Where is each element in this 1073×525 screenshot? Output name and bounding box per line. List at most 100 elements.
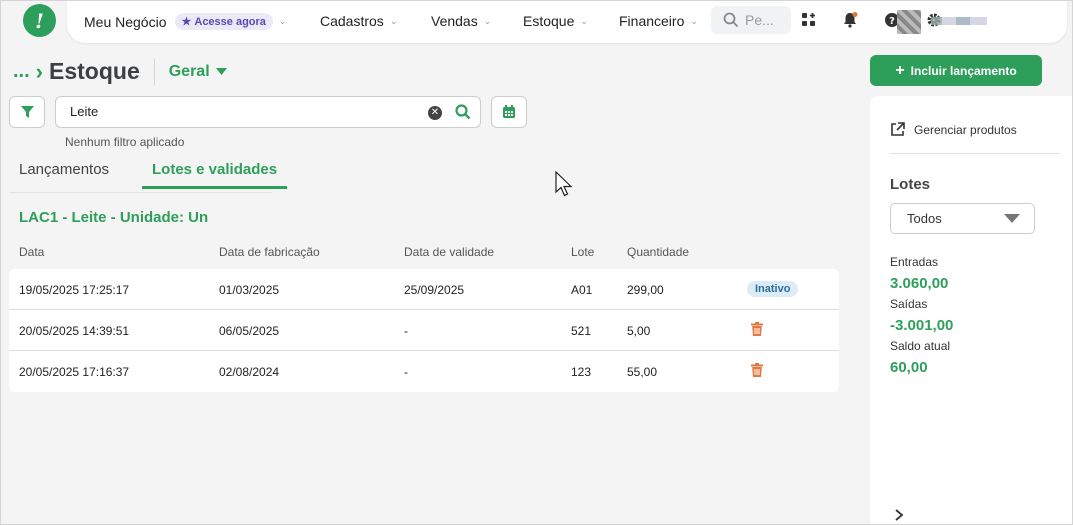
saldo-label: Saldo atual — [890, 339, 951, 353]
tab-lotes-validades-label: Lotes e validades — [152, 161, 278, 178]
cell-validade: - — [404, 324, 408, 338]
title-divider — [153, 58, 155, 85]
nav-meu-negocio[interactable]: Meu Negócio ★ Acesse agora ⌄ — [84, 13, 286, 30]
view-selector-label: Geral — [168, 62, 210, 80]
caret-down-icon — [1004, 214, 1020, 223]
table-row[interactable]: 20/05/2025 17:16:37 02/08/2024 - 123 55,… — [9, 351, 839, 392]
column-header-quantidade: Quantidade — [627, 245, 690, 259]
nav-meu-negocio-label: Meu Negócio — [84, 13, 167, 30]
chevron-down-icon: ⌄ — [278, 16, 287, 26]
column-header-data: Data — [19, 245, 45, 259]
lote-select[interactable]: Todos — [890, 203, 1035, 234]
logo-icon[interactable]: ! — [23, 4, 56, 37]
tab-lotes-validades[interactable]: Lotes e validades — [142, 161, 288, 189]
saidas-label: Saídas — [890, 297, 928, 311]
column-header-fabricacao: Data de fabricação — [219, 245, 320, 259]
side-panel: Gerenciar produtos Lotes Todos Entradas … — [870, 96, 1072, 524]
tab-bar: Lançamentos Lotes e validades — [9, 161, 839, 193]
lote-select-value: Todos — [907, 211, 942, 226]
chevron-down-icon: ⌄ — [483, 15, 492, 26]
saidas-value: -3.001,00 — [890, 317, 954, 334]
cell-lote: 123 — [571, 365, 592, 379]
clear-icon[interactable]: ✕ — [428, 106, 442, 120]
external-link-icon — [891, 122, 905, 136]
global-search-placeholder: Pe... — [745, 12, 774, 28]
chevron-down-icon: ⌄ — [580, 15, 588, 26]
cell-data: 19/05/2025 17:25:17 — [19, 283, 130, 297]
star-icon: ★ — [181, 16, 192, 28]
cell-data: 20/05/2025 14:39:51 — [19, 324, 130, 338]
table-row[interactable]: 20/05/2025 14:39:51 06/05/2025 - 521 5,0… — [9, 310, 839, 351]
entradas-value: 3.060,00 — [890, 275, 949, 292]
search-icon[interactable] — [454, 103, 472, 121]
add-launch-label: Incluir lançamento — [910, 63, 1017, 78]
nav-estoque[interactable]: Estoque ⌄ — [523, 13, 588, 29]
chevron-right-icon[interactable] — [894, 509, 904, 521]
plus-icon: + — [895, 61, 905, 79]
acesse-agora-label: Acesse agora — [194, 15, 266, 28]
cell-quantidade: 55,00 — [627, 365, 658, 379]
user-name-blurred[interactable] — [931, 17, 987, 25]
apps-icon[interactable] — [798, 9, 820, 31]
filter-button[interactable] — [9, 96, 45, 128]
entradas-label: Entradas — [890, 255, 939, 269]
status-badge: Inativo — [747, 281, 799, 297]
app-window: ! Meu Negócio ★ Acesse agora ⌄ Cadastros… — [0, 0, 1073, 525]
column-header-lote: Lote — [571, 245, 595, 259]
chevron-down-icon: ⌄ — [389, 15, 398, 26]
bell-icon[interactable] — [839, 9, 861, 31]
cell-fabricacao: 01/03/2025 — [219, 283, 280, 297]
manage-products-label: Gerenciar produtos — [914, 122, 1017, 137]
manage-products-link[interactable]: Gerenciar produtos — [890, 122, 1017, 137]
view-selector[interactable]: Geral — [169, 63, 227, 81]
acesse-agora-badge[interactable]: ★ Acesse agora — [174, 13, 273, 30]
cell-lote: 521 — [571, 324, 592, 338]
tab-lancamentos[interactable]: Lançamentos — [9, 161, 119, 188]
cell-fabricacao: 06/05/2025 — [219, 324, 280, 338]
nav-cadastros-label: Cadastros — [320, 13, 384, 29]
caret-down-icon — [215, 67, 227, 75]
cell-quantidade: 299,00 — [627, 283, 664, 297]
breadcrumb-more[interactable]: ... — [13, 60, 30, 83]
nav-vendas[interactable]: Vendas ⌄ — [431, 13, 491, 29]
trash-icon[interactable] — [751, 322, 763, 336]
nav-vendas-label: Vendas — [431, 13, 478, 29]
lotes-title: Lotes — [890, 176, 931, 193]
trash-icon[interactable] — [751, 363, 763, 377]
nav-bar: Meu Negócio ★ Acesse agora ⌄ Cadastros ⌄… — [67, 1, 1067, 43]
global-search[interactable]: Pe... — [711, 6, 791, 34]
cell-quantidade: 5,00 — [627, 324, 651, 338]
calendar-icon — [503, 105, 515, 118]
cell-validade: - — [404, 365, 408, 379]
tab-lancamentos-label: Lançamentos — [19, 161, 110, 178]
filter-status-text: Nenhum filtro aplicado — [65, 135, 185, 149]
search-input[interactable] — [70, 104, 410, 119]
add-launch-button[interactable]: + Incluir lançamento — [870, 55, 1042, 86]
mouse-cursor-icon — [555, 171, 573, 197]
search-icon — [723, 12, 739, 28]
tab-divider — [9, 192, 272, 193]
nav-cadastros[interactable]: Cadastros ⌄ — [320, 13, 397, 29]
page-title: Estoque — [49, 58, 140, 84]
table-body: 19/05/2025 17:25:17 01/03/2025 25/09/202… — [9, 269, 839, 392]
cell-lote: A01 — [571, 283, 593, 297]
chevron-right-icon: › — [35, 58, 43, 84]
panel-divider — [890, 153, 1060, 154]
svg-text:?: ? — [889, 16, 895, 27]
filter-icon — [20, 105, 34, 118]
column-header-validade: Data de validade — [404, 245, 495, 259]
avatar[interactable] — [897, 10, 921, 34]
calendar-button[interactable] — [491, 96, 527, 128]
cell-data: 20/05/2025 17:16:37 — [19, 365, 130, 379]
cell-fabricacao: 02/08/2024 — [219, 365, 280, 379]
nav-estoque-label: Estoque — [523, 13, 575, 29]
table-header: Data Data de fabricação Data de validade… — [9, 244, 839, 264]
nav-financeiro[interactable]: Financeiro ⌄ — [619, 13, 698, 29]
chevron-down-icon: ⌄ — [690, 15, 698, 26]
search-field: ✕ — [55, 96, 481, 128]
table-row[interactable]: 19/05/2025 17:25:17 01/03/2025 25/09/202… — [9, 269, 839, 310]
cell-validade: 25/09/2025 — [404, 283, 465, 297]
top-navigation: ! Meu Negócio ★ Acesse agora ⌄ Cadastros… — [1, 1, 1072, 43]
product-heading: LAC1 - Leite - Unidade: Un — [19, 209, 209, 226]
breadcrumb: ... › Estoque Geral — [13, 58, 227, 85]
